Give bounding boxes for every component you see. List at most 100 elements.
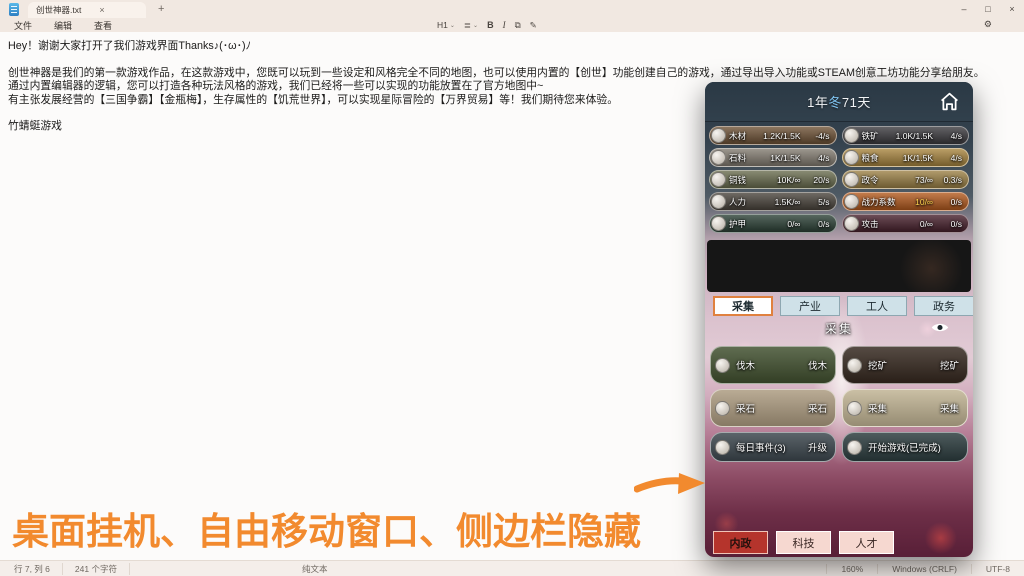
encoding[interactable]: UTF-8 [971, 564, 1024, 574]
menu-file[interactable]: 文件 [14, 19, 32, 32]
link-icon[interactable]: ⧉ [515, 20, 521, 31]
job-card[interactable]: 挖矿 挖矿 [842, 346, 968, 384]
job-card[interactable]: 采石 采石 [710, 389, 836, 427]
document-line [8, 53, 1016, 66]
game-date: 1年冬71天 [807, 92, 871, 111]
document-line: 创世神器是我们的第一款游戏作品，在这款游戏中，您既可以玩到一些设定和风格完全不同… [8, 67, 1016, 80]
cursor-position: 行 7, 列 6 [0, 563, 63, 575]
list-dropdown[interactable]: ≣⌄ [464, 20, 478, 31]
resource-rate: 0/s [806, 219, 830, 229]
resource-pill[interactable]: 战力系数 10/∞ 0/s [842, 192, 970, 211]
resource-icon [844, 216, 859, 231]
resource-label: 石料 [729, 152, 746, 164]
job-card[interactable]: 伐木 伐木 [710, 346, 836, 384]
job-label: 采石 [736, 401, 755, 415]
menu-view[interactable]: 查看 [94, 19, 112, 32]
resource-value: 1.2K/1.5K [763, 131, 800, 141]
job-label: 开始游戏(已完成) [868, 440, 941, 454]
job-action-label: 升级 [808, 440, 827, 454]
job-icon [715, 440, 730, 455]
category-tab[interactable]: 采集 [713, 296, 773, 316]
resource-value: 1K/1.5K [770, 153, 800, 163]
resource-icon [711, 150, 726, 165]
italic-button[interactable]: I [503, 20, 506, 30]
game-panel-window[interactable]: 1年冬71天 木材 1.2K/1.5K -4/s 铁矿 1.0K/1.5K 4/… [705, 82, 973, 557]
resource-icon [844, 128, 859, 143]
new-tab-button[interactable]: + [158, 3, 164, 15]
resource-value: 1.0K/1.5K [896, 131, 933, 141]
resource-pill[interactable]: 石料 1K/1.5K 4/s [709, 148, 837, 167]
notepad-statusbar: 行 7, 列 6 241 个字符 纯文本 160% Windows (CRLF)… [0, 560, 1024, 576]
resource-rate: 4/s [938, 131, 962, 141]
category-tab[interactable]: 产业 [780, 296, 840, 316]
event-banner[interactable] [707, 240, 971, 292]
resource-pill[interactable]: 人力 1.5K/∞ 5/s [709, 192, 837, 211]
heading-dropdown[interactable]: H1⌄ [437, 20, 455, 30]
close-button[interactable]: × [1000, 4, 1024, 14]
resource-value: 73/∞ [915, 175, 933, 185]
category-tabs: 采集 产业 工人 政务 [713, 296, 973, 316]
category-tab[interactable]: 工人 [847, 296, 907, 316]
job-icon [847, 358, 862, 373]
rewrite-icon[interactable]: ✎ [530, 20, 537, 31]
resource-value: 10/∞ [915, 197, 933, 207]
menu-edit[interactable]: 编辑 [54, 19, 72, 32]
category-tab[interactable]: 政务 [914, 296, 973, 316]
job-list: 伐木 伐木 挖矿 挖矿 采石 采石 采集 采 [710, 346, 968, 462]
job-icon [847, 440, 862, 455]
formatting-toolbar: H1⌄ ≣⌄ B I ⧉ ✎ [437, 18, 537, 32]
resource-value: 0/∞ [920, 219, 933, 229]
gear-icon[interactable]: ⚙ [984, 19, 992, 30]
job-label: 采集 [868, 401, 887, 415]
job-action-label: 采集 [940, 401, 959, 415]
resource-value: 1K/1.5K [903, 153, 933, 163]
zoom-level[interactable]: 160% [826, 564, 877, 574]
document-tab[interactable]: 创世神器.txt × [28, 2, 146, 18]
resource-label: 人力 [729, 196, 746, 208]
resource-rate: 0.3/s [938, 175, 962, 185]
resource-rate: 4/s [806, 153, 830, 163]
home-icon[interactable] [939, 91, 960, 112]
notepad-app-icon [9, 3, 19, 16]
tab-close-icon[interactable]: × [99, 5, 104, 15]
resource-label: 铜钱 [729, 174, 746, 186]
bottom-tab[interactable]: 人才 [839, 531, 894, 554]
notepad-menubar: 文件 编辑 查看 H1⌄ ≣⌄ B I ⧉ ✎ ⚙ [0, 18, 1024, 32]
resource-label: 攻击 [862, 218, 879, 230]
job-card[interactable]: 开始游戏(已完成) [842, 432, 968, 462]
window-controls: – □ × [952, 0, 1024, 18]
resource-icon [711, 194, 726, 209]
resource-pill[interactable]: 铜钱 10K/∞ 20/s [709, 170, 837, 189]
line-ending[interactable]: Windows (CRLF) [877, 564, 971, 574]
resource-icon [844, 194, 859, 209]
bold-button[interactable]: B [487, 20, 494, 30]
game-header: 1年冬71天 [705, 82, 973, 122]
resource-pill[interactable]: 铁矿 1.0K/1.5K 4/s [842, 126, 970, 145]
resource-label: 铁矿 [862, 130, 879, 142]
eye-icon[interactable] [931, 321, 949, 334]
resource-pill[interactable]: 木材 1.2K/1.5K -4/s [709, 126, 837, 145]
resource-label: 粮食 [862, 152, 879, 164]
resource-label: 战力系数 [862, 196, 896, 208]
resource-pill[interactable]: 攻击 0/∞ 0/s [842, 214, 970, 233]
job-label: 每日事件(3) [736, 440, 786, 454]
bottom-tab[interactable]: 科技 [776, 531, 831, 554]
notepad-titlebar: 创世神器.txt × + – □ × [0, 0, 1024, 18]
section-title: 采集 [825, 320, 853, 337]
annotation-text: 桌面挂机、自由移动窗口、侧边栏隐藏 [12, 501, 641, 555]
job-card[interactable]: 每日事件(3) 升级 [710, 432, 836, 462]
job-label: 挖矿 [868, 358, 887, 372]
character-count: 241 个字符 [63, 563, 130, 575]
document-tab-title: 创世神器.txt [36, 4, 81, 16]
resource-pill[interactable]: 粮食 1K/1.5K 4/s [842, 148, 970, 167]
job-label: 伐木 [736, 358, 755, 372]
maximize-button[interactable]: □ [976, 4, 1000, 14]
minimize-button[interactable]: – [952, 4, 976, 14]
resource-pill[interactable]: 政令 73/∞ 0.3/s [842, 170, 970, 189]
resource-pill[interactable]: 护甲 0/∞ 0/s [709, 214, 837, 233]
bottom-tab[interactable]: 内政 [713, 531, 768, 554]
resource-rate: 0/s [938, 219, 962, 229]
resource-rate: -4/s [806, 131, 830, 141]
job-card[interactable]: 采集 采集 [842, 389, 968, 427]
bottom-tabs: 内政 科技 人才 [713, 531, 894, 554]
